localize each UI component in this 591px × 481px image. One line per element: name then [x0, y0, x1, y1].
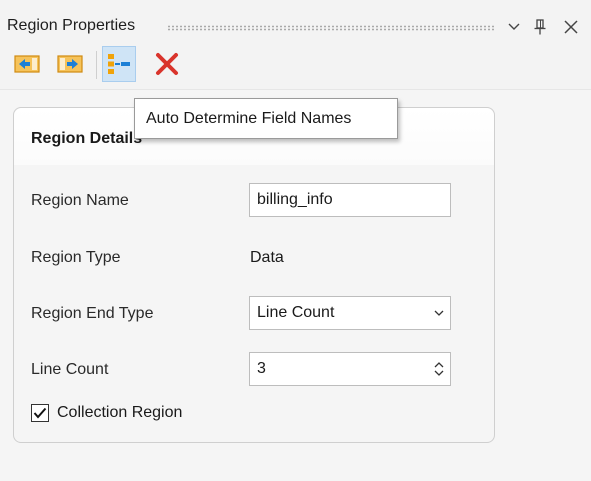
region-end-type-select[interactable]: Line Count — [249, 296, 451, 330]
line-count-label: Line Count — [31, 361, 109, 378]
chevron-down-icon — [428, 296, 450, 330]
toolbar-separator — [96, 51, 97, 79]
region-type-label: Region Type — [31, 249, 121, 266]
region-name-value: billing_info — [257, 191, 333, 208]
stepper-buttons — [428, 353, 450, 385]
auto-determine-field-names-button[interactable] — [102, 46, 136, 82]
chevron-up-icon[interactable] — [434, 362, 444, 368]
close-icon — [564, 20, 578, 34]
close-panel-button[interactable] — [560, 14, 582, 40]
region-toolbar — [0, 41, 591, 90]
line-count-value: 3 — [257, 360, 266, 377]
panel-content: Region Details Region Name billing_info … — [0, 90, 591, 481]
region-end-type-value: Line Count — [257, 304, 335, 321]
panel-title: Region Properties — [7, 17, 136, 34]
arrow-right-icon — [57, 55, 83, 73]
region-details-title: Region Details — [31, 130, 143, 147]
region-type-value: Data — [250, 249, 284, 266]
arrow-left-icon — [14, 55, 40, 73]
region-name-label: Region Name — [31, 192, 129, 209]
collection-region-label: Collection Region — [57, 404, 183, 421]
next-region-button[interactable] — [53, 46, 87, 82]
region-details-group: Region Details Region Name billing_info … — [13, 107, 495, 443]
collection-region-checkbox[interactable] — [31, 404, 49, 422]
previous-region-button[interactable] — [10, 46, 44, 82]
checkmark-icon — [33, 407, 47, 419]
window-position-menu-button[interactable] — [503, 14, 525, 40]
region-name-input[interactable]: billing_info — [249, 183, 451, 217]
auto-field-names-icon — [108, 54, 130, 74]
pin-button[interactable] — [529, 14, 551, 40]
line-count-stepper[interactable]: 3 — [249, 352, 451, 386]
panel-titlebar: Region Properties — [0, 0, 591, 41]
region-end-type-label: Region End Type — [31, 305, 154, 322]
tooltip: Auto Determine Field Names — [134, 98, 398, 139]
pin-icon — [534, 19, 546, 35]
chevron-down-icon — [508, 23, 520, 30]
chevron-down-icon[interactable] — [434, 370, 444, 376]
collection-region-row: Collection Region — [31, 404, 182, 422]
panel-drag-grip[interactable] — [167, 25, 495, 31]
delete-icon — [156, 53, 178, 75]
delete-region-button[interactable] — [150, 46, 184, 82]
